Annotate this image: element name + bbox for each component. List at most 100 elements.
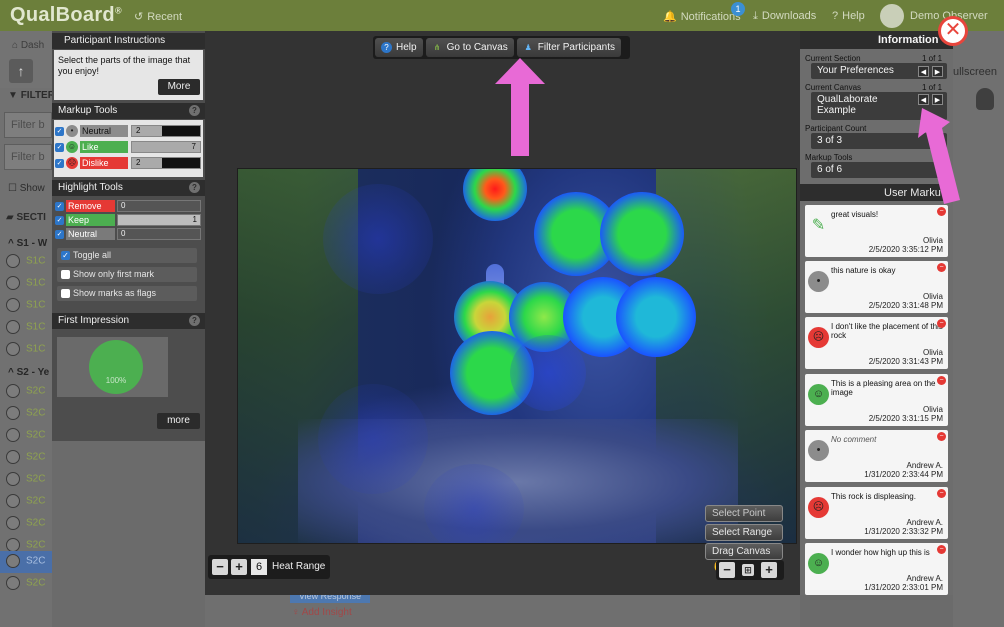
markup-tool-neutral[interactable]: ✓ • Neutral 2 [55,125,201,138]
checkbox-icon[interactable]: ✓ [61,251,70,260]
delete-markup-icon[interactable]: − [937,545,946,554]
canvas-image[interactable] [237,168,797,544]
activity-row[interactable]: S1C [6,342,52,362]
activity-row[interactable]: S2C [6,472,52,492]
activity-row[interactable]: S2C [6,554,52,574]
activity-row[interactable]: S2C [6,384,52,404]
heat-range-increase-button[interactable]: + [231,559,247,575]
notifications-link[interactable]: 🔔 Notifications [663,10,741,23]
checkbox-icon[interactable]: ✓ [55,202,64,211]
user-markup-card[interactable]: ☹ This rock is displeasing. Andrew A. 1/… [805,487,948,539]
filter-participants-button[interactable]: ♟ Filter Participants [516,38,621,57]
activity-row[interactable]: S1C [6,320,52,340]
smile-face-icon: ☺ [808,553,829,574]
heat-range-decrease-button[interactable]: − [212,559,228,575]
user-markup-card[interactable]: ☺ This is a pleasing area on the image O… [805,374,948,426]
heatmap-blob [616,277,696,357]
activity-icon [6,298,20,312]
help-icon[interactable]: ? [189,105,200,116]
markup-tool-dislike[interactable]: ✓ ☹ Dislike 2 [55,157,201,170]
highlight-tool-neutral[interactable]: ✓ Neutral 0 [55,228,201,240]
delete-markup-icon[interactable]: − [937,319,946,328]
activity-row[interactable]: S2C [6,450,52,470]
drag-canvas-button[interactable]: Drag Canvas ✋ [705,543,783,572]
first-impression-header: First Impression? [52,313,205,329]
section-1-header[interactable]: ^ S1 - W [8,238,47,249]
canvas-toolbar: ? Help ⋔ Go to Canvas ♟ Filter Participants [373,36,630,59]
help-icon[interactable]: ? [189,182,200,193]
previous-section-button[interactable]: ◀ [918,66,929,77]
back-button[interactable]: ↑ [9,59,33,83]
frown-face-icon: ☹ [808,497,829,518]
checkbox-icon[interactable]: ✓ [55,159,64,168]
activity-row[interactable]: S1C [6,276,52,296]
recent-link[interactable]: ↺ Recent [134,10,182,23]
downloads-link[interactable]: ⤓ Downloads [753,10,816,23]
user-markup-card[interactable]: ☺ I wonder how high up this is Andrew A.… [805,543,948,595]
next-section-button[interactable]: ▶ [932,66,943,77]
next-canvas-button[interactable]: ▶ [932,94,943,105]
zoom-reset-icon[interactable]: ⊞ [742,564,754,576]
first-impression-more-button[interactable]: more [157,413,200,429]
information-title: Information [800,31,953,49]
fullscreen-link[interactable]: ullscreen [953,66,997,78]
activity-row[interactable]: S1C [6,298,52,318]
checkbox-icon[interactable]: ✓ [55,216,64,225]
activity-icon [6,428,20,442]
checkbox-icon[interactable]: ✓ [55,127,64,136]
marks-as-flags-option[interactable]: Show marks as flags [57,286,197,301]
markup-count: 2 [131,157,201,169]
user-markup-card[interactable]: ✎ great visuals! Olivia 2/5/2020 3:35:12… [805,205,948,257]
activity-row[interactable]: S2C [6,494,52,514]
heat-range-control: − + 6 Heat Range [208,555,330,579]
checkbox-icon[interactable] [61,289,70,298]
activity-row[interactable]: S2C [6,576,52,596]
delete-markup-icon[interactable]: − [937,432,946,441]
select-range-button[interactable]: Select Range ⌕ [705,524,783,553]
delete-markup-icon[interactable]: − [937,376,946,385]
first-impression-circle: 100% [89,340,143,394]
checkbox-icon[interactable]: ✓ [55,143,64,152]
previous-canvas-button[interactable]: ◀ [918,94,929,105]
delete-markup-icon[interactable]: − [937,263,946,272]
select-point-button[interactable]: Select Point ↖ [705,505,783,534]
zoom-out-button[interactable]: − [719,562,735,578]
highlight-tool-keep[interactable]: ✓ Keep 1 [55,214,201,226]
lightbulb-icon[interactable] [976,88,994,110]
activity-row[interactable]: S2C [6,406,52,426]
go-to-canvas-button[interactable]: ⋔ Go to Canvas [425,38,514,57]
breadcrumb-dashboard[interactable]: ⌂ Dash [12,40,44,51]
filter-input-2[interactable]: Filter b [4,144,52,170]
app-logo[interactable]: QualBoard® [10,4,122,27]
activity-row[interactable]: S2C [6,516,52,536]
user-markup-card[interactable]: ☹ I don't like the placement of this roc… [805,317,948,369]
activity-icon [6,450,20,464]
only-first-mark-option[interactable]: Show only first mark [57,267,197,282]
toggle-all-option[interactable]: ✓ Toggle all [57,248,197,263]
zoom-in-button[interactable]: + [761,562,777,578]
checkbox-icon: ☐ [8,183,20,194]
filter-input-1[interactable]: Filter b [4,112,52,138]
highlight-tool-remove[interactable]: ✓ Remove 0 [55,200,201,212]
first-impression-thumbnail[interactable]: 100% [57,337,168,397]
instructions-more-button[interactable]: More [158,79,200,95]
checkbox-icon[interactable] [61,270,70,279]
heatmap-blob [323,184,433,294]
activity-row[interactable]: S1C [6,254,52,274]
home-icon: ⌂ [12,40,21,51]
help-link[interactable]: ? Help [832,10,865,22]
close-icon[interactable]: ✕ [938,16,968,46]
add-insight-link[interactable]: ♀ Add Insight [292,607,352,618]
show-toggle[interactable]: ☐ Show [8,183,45,194]
checkbox-icon[interactable]: ✓ [55,230,64,239]
user-avatar[interactable] [880,4,904,28]
section-2-header[interactable]: ^ S2 - Ye [8,367,49,378]
user-markup-card[interactable]: • No comment Andrew A. 1/31/2020 2:33:44… [805,430,948,482]
activity-row[interactable]: S2C [6,428,52,448]
delete-markup-icon[interactable]: − [937,489,946,498]
help-button[interactable]: ? Help [375,38,423,57]
user-markup-card[interactable]: • this nature is okay Olivia 2/5/2020 3:… [805,261,948,313]
help-icon[interactable]: ? [189,315,200,326]
markup-tool-like[interactable]: ✓ ☺ Like 7 [55,141,201,154]
delete-markup-icon[interactable]: − [937,207,946,216]
